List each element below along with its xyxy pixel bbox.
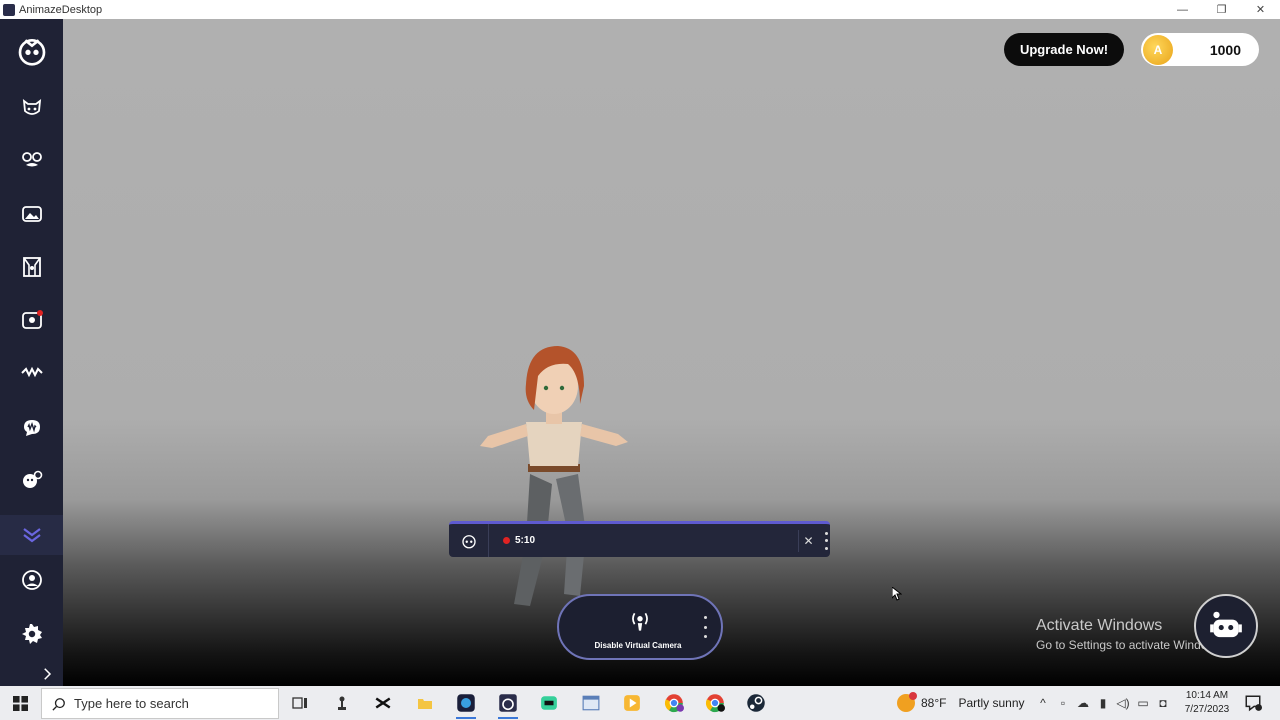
sidebar [0, 19, 63, 686]
disable-virtual-camera-button[interactable]: Disable Virtual Camera [557, 594, 723, 660]
scenes-icon[interactable] [0, 247, 63, 287]
media-player-icon[interactable] [618, 690, 646, 716]
maximize-button[interactable]: ❐ [1202, 0, 1241, 19]
recorder-avatar-icon[interactable] [449, 524, 489, 557]
taskbar-clock[interactable]: 10:14 AM 7/27/2023 [1180, 689, 1234, 717]
profile-icon[interactable] [0, 560, 63, 600]
window-controls: — ❐ ✕ [1163, 0, 1280, 19]
coin-balance[interactable]: A 1000 [1141, 33, 1259, 66]
robot-icon [1210, 611, 1242, 638]
avatar-stage: Upgrade Now! A 1000 5:10 ✕ Disable Virtu… [63, 19, 1280, 686]
windows-taskbar: Type here to search 88°F Partly sunny ^ … [0, 686, 1280, 720]
window-app-icon[interactable] [577, 690, 605, 716]
weather-temperature: 88°F [921, 696, 947, 710]
search-icon [52, 697, 65, 711]
camera-icon[interactable]: ◘ [1155, 696, 1171, 710]
recorder-more-icon[interactable] [822, 530, 830, 552]
search-placeholder: Type here to search [74, 696, 189, 711]
recording-bar: 5:10 ✕ [449, 521, 830, 557]
backgrounds-icon[interactable] [0, 194, 63, 234]
settings-icon[interactable] [0, 614, 63, 654]
avatars-icon[interactable] [0, 87, 63, 127]
window-title: AnimazeDesktop [19, 3, 103, 16]
app-icon-joystick[interactable] [328, 690, 356, 716]
broadcast-icon [632, 612, 648, 631]
notification-icon[interactable] [1244, 694, 1262, 712]
animaze-logo-icon[interactable] [0, 30, 63, 72]
mouse-cursor-icon [892, 587, 902, 601]
clock-date: 7/27/2023 [1184, 704, 1230, 715]
window-titlebar: AnimazeDesktop — ❐ ✕ [0, 0, 1280, 19]
assistant-bot-button[interactable] [1194, 594, 1258, 658]
windows-logo-icon [12, 695, 28, 711]
idle-animations-icon[interactable] [0, 353, 63, 393]
coin-count: 1000 [1209, 41, 1241, 58]
weather-sun-icon [897, 692, 917, 712]
chrome-profile-icon[interactable] [660, 690, 688, 716]
app-icon [3, 3, 15, 16]
virtual-camera-label: Disable Virtual Camera [594, 641, 682, 650]
file-explorer-icon[interactable] [411, 690, 439, 716]
minimize-button[interactable]: — [1163, 0, 1202, 19]
emotes-icon[interactable] [0, 300, 63, 340]
recording-indicator-icon [503, 537, 510, 544]
weather-condition: Partly sunny [958, 696, 1025, 710]
recording-time: 5:10 [515, 535, 536, 546]
chrome-icon[interactable] [701, 690, 729, 716]
taskbar-search-input[interactable]: Type here to search [41, 688, 279, 719]
vtuber-app-icon[interactable] [452, 690, 480, 719]
weather-widget[interactable]: 88°F Partly sunny [897, 686, 1025, 720]
system-tray: ^ ▫ ☁ ▮ ◁) ▭ ◘ [1035, 686, 1171, 720]
steam-icon[interactable] [742, 690, 770, 716]
virtual-camera-more-icon[interactable] [704, 616, 707, 638]
usb-icon[interactable]: ▮ [1095, 696, 1111, 710]
special-actions-icon[interactable] [0, 515, 63, 555]
recorder-close-button[interactable]: ✕ [798, 530, 818, 552]
network-icon[interactable]: ▭ [1135, 696, 1151, 710]
capcut-icon[interactable] [369, 690, 397, 716]
chat-app-icon[interactable] [535, 690, 563, 716]
close-button[interactable]: ✕ [1241, 0, 1280, 19]
audio-icon[interactable] [0, 407, 63, 447]
task-view-icon[interactable] [286, 690, 314, 716]
chevron-up-icon[interactable]: ^ [1035, 696, 1051, 710]
tray-app-icon[interactable]: ▫ [1055, 696, 1071, 710]
coin-icon: A [1143, 34, 1173, 65]
tracking-icon[interactable] [0, 460, 63, 500]
clock-time: 10:14 AM [1185, 690, 1229, 701]
props-icon[interactable] [0, 140, 63, 180]
start-button[interactable] [0, 686, 40, 720]
upgrade-button[interactable]: Upgrade Now! [1004, 33, 1124, 66]
cloud-icon[interactable]: ☁ [1075, 696, 1091, 710]
animaze-taskbar-icon[interactable] [494, 690, 522, 719]
volume-icon[interactable]: ◁) [1115, 696, 1131, 710]
